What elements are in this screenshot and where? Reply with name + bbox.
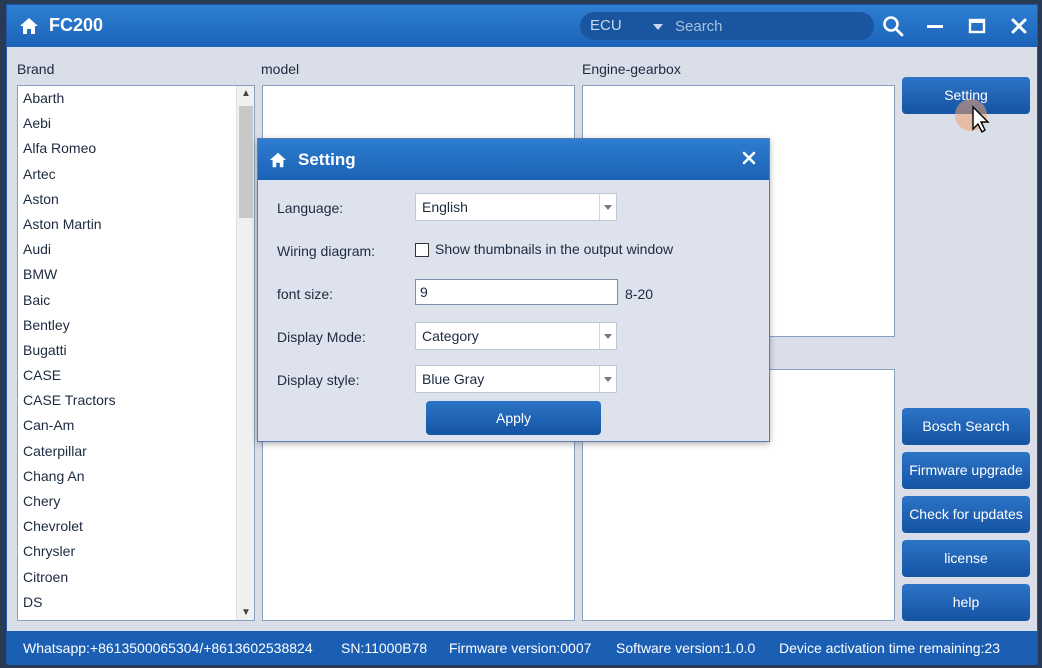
whatsapp-contact: Whatsapp:+8613500065304/+8613602538824	[23, 640, 313, 656]
search-bar: ECU	[580, 12, 874, 40]
font-size-input[interactable]: 9	[415, 279, 618, 305]
brand-list-item[interactable]: Alfa Romeo	[18, 136, 254, 161]
software-version: Software version:1.0.0	[616, 640, 756, 656]
firmware-version: Firmware version:0007	[449, 640, 592, 656]
model-column-label: model	[261, 61, 300, 77]
chevron-down-icon[interactable]	[599, 323, 616, 349]
dialog-title: Setting	[298, 150, 356, 169]
home-icon	[269, 152, 287, 168]
help-button[interactable]: help	[902, 584, 1030, 621]
dialog-header: Setting	[258, 139, 769, 180]
brand-list-item[interactable]: Aston	[18, 187, 254, 212]
brand-list-item[interactable]: Chang An	[18, 464, 254, 489]
brand-column-label: Brand	[17, 61, 55, 77]
display-style-value: Blue Gray	[422, 371, 485, 387]
brand-list-item[interactable]: Bugatti	[18, 338, 254, 363]
apply-button[interactable]: Apply	[426, 401, 601, 435]
thumbnails-label: Show thumbnails in the output window	[435, 241, 674, 257]
scroll-up-icon[interactable]: ▲	[241, 88, 251, 99]
brand-list-item[interactable]: Caterpillar	[18, 439, 254, 464]
engine-column-label: Engine-gearbox	[582, 61, 681, 77]
display-mode-label: Display Mode:	[277, 329, 366, 345]
search-category-select[interactable]: ECU	[590, 17, 622, 34]
maximize-icon[interactable]	[965, 14, 989, 38]
brand-list-item[interactable]: Bentley	[18, 313, 254, 338]
close-icon[interactable]	[741, 150, 757, 166]
main-window: FC200 ECU Brand model Engine-gearbox Aba…	[6, 4, 1038, 665]
title-bar: FC200 ECU	[7, 5, 1037, 47]
display-style-label: Display style:	[277, 372, 360, 388]
brand-list-item[interactable]: CASE	[18, 363, 254, 388]
brand-list-item[interactable]: Citroen	[18, 565, 254, 590]
brand-list-item[interactable]: Aston Martin	[18, 212, 254, 237]
brand-list-item[interactable]: Aebi	[18, 111, 254, 136]
thumbnails-checkbox[interactable]	[415, 243, 429, 257]
brand-list-item[interactable]: Chrysler	[18, 539, 254, 564]
status-bar: Whatsapp:+8613500065304/+8613602538824 S…	[7, 631, 1037, 665]
app-title: FC200	[49, 15, 104, 35]
activation-time: Device activation time remaining:23	[779, 640, 1000, 656]
brand-list-item[interactable]: Baic	[18, 288, 254, 313]
brand-list-item[interactable]: Chery	[18, 489, 254, 514]
home-icon[interactable]	[19, 16, 39, 36]
search-icon[interactable]	[881, 14, 905, 38]
wiring-diagram-label: Wiring diagram:	[277, 243, 376, 259]
brand-list-item[interactable]: Audi	[18, 237, 254, 262]
brand-list-scrollbar[interactable]: ▲ ▼	[236, 86, 254, 620]
minimize-icon[interactable]	[923, 14, 947, 38]
language-select[interactable]: English	[415, 193, 617, 221]
brand-list-item[interactable]: Abarth	[18, 86, 254, 111]
close-icon[interactable]	[1007, 14, 1031, 38]
language-label: Language:	[277, 200, 344, 216]
display-mode-select[interactable]: Category	[415, 322, 617, 350]
bosch-search-button[interactable]: Bosch Search	[902, 408, 1030, 445]
font-size-label: font size:	[277, 286, 334, 302]
display-mode-value: Category	[422, 328, 479, 344]
firmware-upgrade-button[interactable]: Firmware upgrade	[902, 452, 1030, 489]
scrollbar-thumb[interactable]	[239, 106, 253, 218]
brand-list-item[interactable]: Chevrolet	[18, 514, 254, 539]
display-style-select[interactable]: Blue Gray	[415, 365, 617, 393]
language-value: English	[422, 199, 468, 215]
setting-dialog: Setting Language: English Wiring diagram…	[257, 138, 770, 442]
check-updates-button[interactable]: Check for updates	[902, 496, 1030, 533]
chevron-down-icon[interactable]	[599, 194, 616, 220]
brand-list-item[interactable]: Artec	[18, 162, 254, 187]
search-input[interactable]	[675, 16, 865, 36]
brand-list-item[interactable]: Can-Am	[18, 413, 254, 438]
chevron-down-icon[interactable]	[653, 24, 663, 30]
mouse-cursor-icon	[955, 99, 990, 134]
brand-list[interactable]: Abarth Aebi Alfa Romeo Artec Aston Aston Mart…	[17, 85, 255, 621]
serial-number: SN:11000B78	[341, 640, 428, 656]
scroll-down-icon[interactable]: ▼	[241, 607, 251, 618]
chevron-down-icon[interactable]	[599, 366, 616, 392]
brand-list-item[interactable]: CASE Tractors	[18, 388, 254, 413]
brand-list-item[interactable]: DS	[18, 590, 254, 615]
font-size-range: 8-20	[625, 286, 654, 302]
license-button[interactable]: license	[902, 540, 1030, 577]
brand-list-item[interactable]: BMW	[18, 262, 254, 287]
